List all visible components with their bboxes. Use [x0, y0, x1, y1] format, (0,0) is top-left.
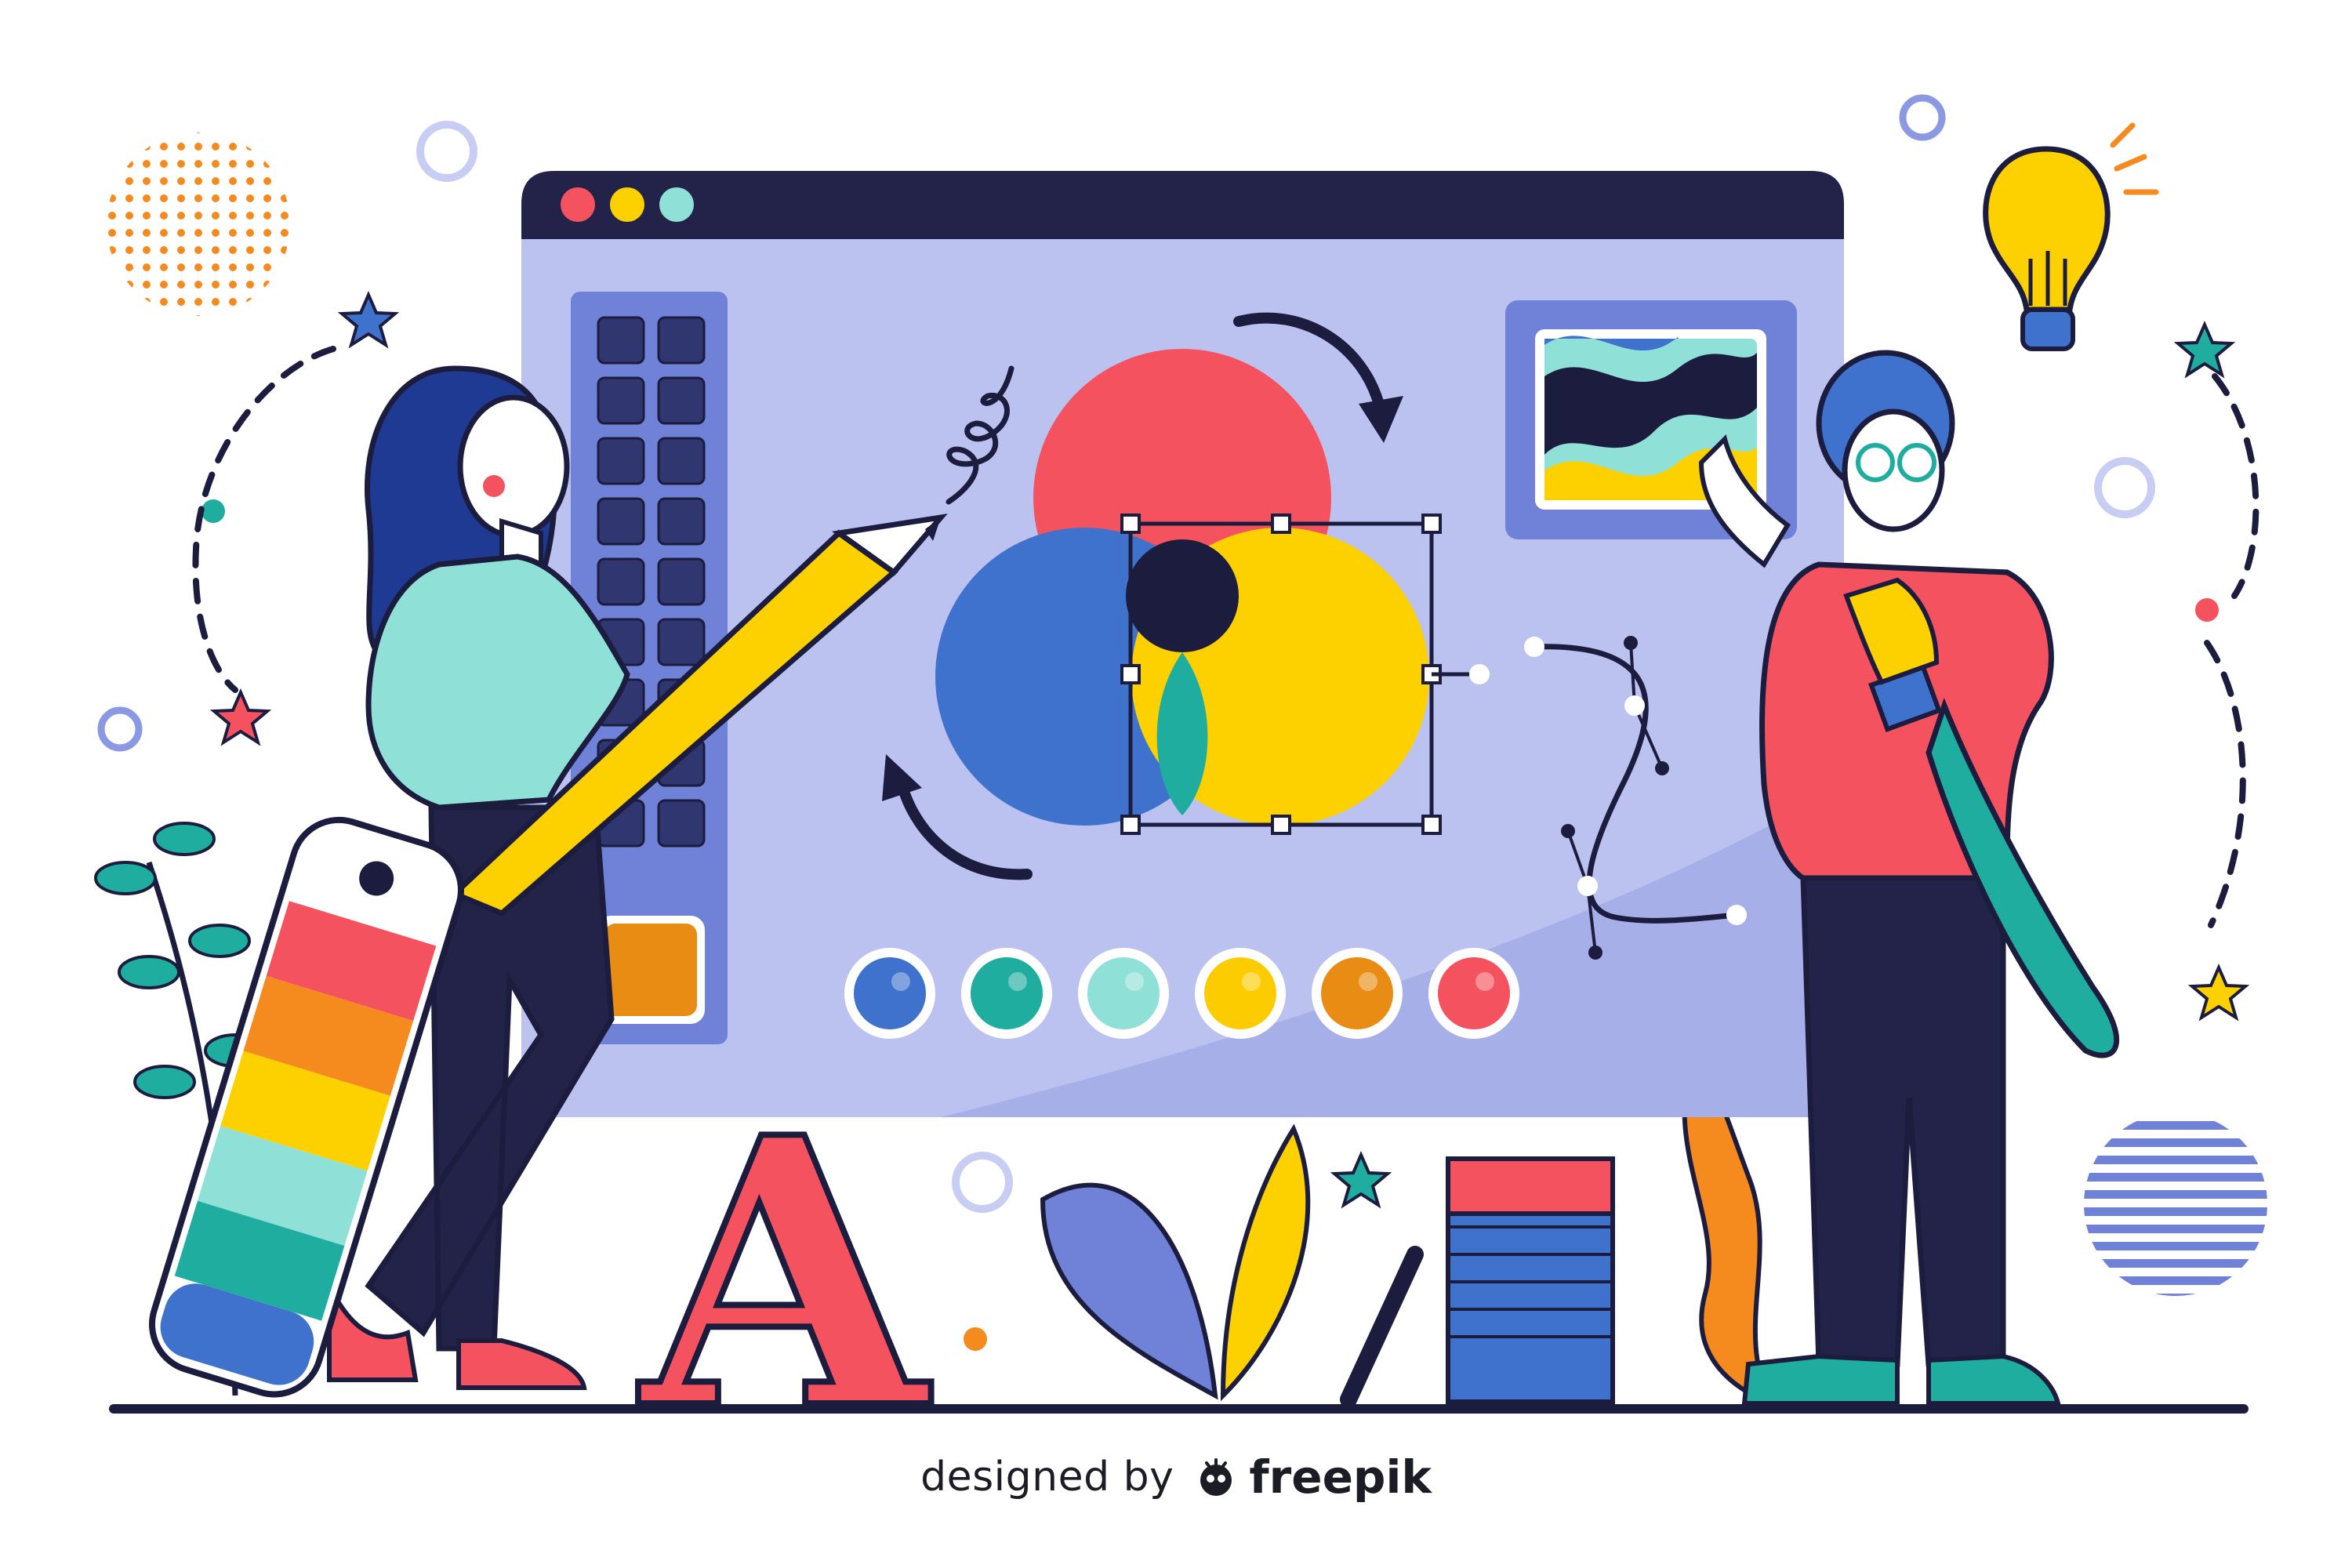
design-illustration: A	[94, 94, 2267, 1494]
dot-decoration	[964, 1327, 987, 1351]
window-maximize-dot	[659, 187, 694, 222]
color-swatch[interactable]	[1195, 948, 1286, 1039]
ring-decoration	[416, 121, 477, 182]
tool-button[interactable]	[657, 316, 706, 365]
light-bulb-icon	[1983, 122, 2159, 351]
tool-button[interactable]	[597, 497, 645, 546]
dashed-trail	[2212, 373, 2259, 599]
tool-button[interactable]	[597, 437, 645, 485]
star-decoration	[2187, 963, 2250, 1022]
star-decoration	[337, 290, 400, 349]
dashed-trail	[2204, 640, 2246, 928]
credit-prefix: designed by	[920, 1454, 1174, 1501]
feather-leaf	[1040, 1123, 1311, 1402]
ring-decoration	[1899, 94, 1946, 141]
ring-decoration	[97, 706, 143, 752]
tool-button[interactable]	[657, 376, 706, 425]
tool-button[interactable]	[657, 497, 706, 546]
tool-button[interactable]	[657, 437, 706, 485]
letter-a-glyph: A	[635, 1058, 935, 1490]
dotted-circle-decoration	[107, 132, 290, 316]
tool-button[interactable]	[597, 316, 645, 365]
tool-button[interactable]	[657, 618, 706, 666]
tool-button[interactable]	[657, 557, 706, 606]
color-swatch[interactable]	[961, 948, 1052, 1039]
dot-decoration	[201, 499, 225, 523]
window-close-dot	[561, 187, 595, 222]
dot-decoration	[2195, 598, 2219, 622]
freepik-logo-icon	[1200, 1458, 1232, 1496]
star-decoration	[209, 688, 272, 746]
color-swatch[interactable]	[1078, 948, 1169, 1039]
paint-bucket	[1340, 1156, 1615, 1408]
ring-decoration	[952, 1152, 1013, 1213]
striped-circle-decoration	[2084, 1112, 2267, 1296]
color-swatch[interactable]	[1428, 948, 1519, 1039]
tool-button[interactable]	[597, 557, 645, 606]
window-minimize-dot	[610, 187, 644, 222]
tool-button[interactable]	[597, 376, 645, 425]
ring-decoration	[2094, 457, 2155, 518]
star-decoration	[2173, 320, 2236, 379]
color-swatch[interactable]	[844, 948, 935, 1039]
star-decoration	[1330, 1150, 1392, 1209]
letter-a-decoration: A	[632, 1054, 938, 1494]
credit-line: designed by freepik	[0, 1450, 2352, 1504]
credit-brand: freepik	[1249, 1450, 1432, 1504]
tool-button[interactable]	[657, 799, 706, 848]
color-swatch[interactable]	[1312, 948, 1403, 1039]
